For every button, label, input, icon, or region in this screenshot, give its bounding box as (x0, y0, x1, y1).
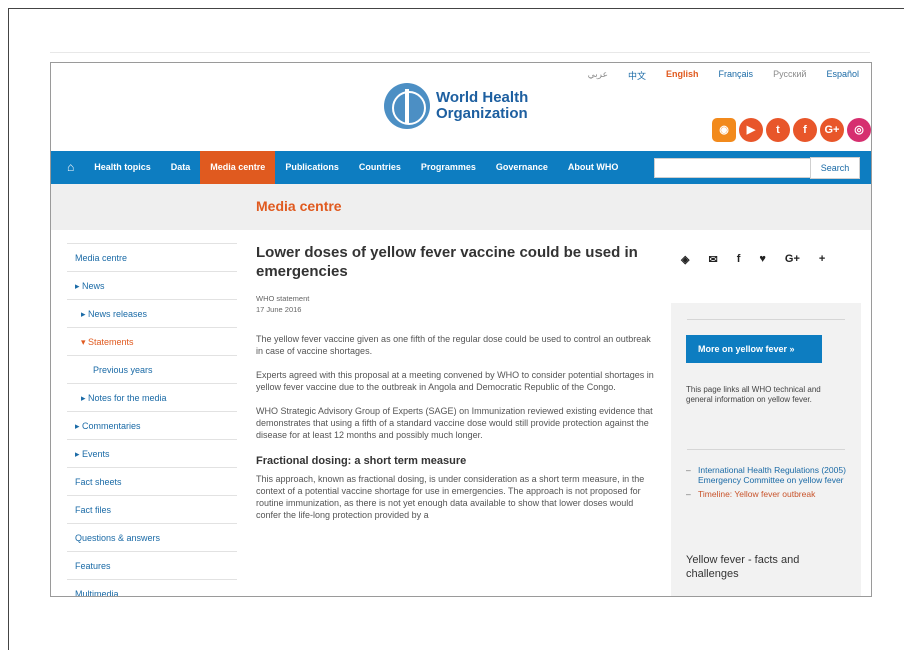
lang-chinese[interactable]: 中文 (628, 69, 646, 82)
nav-programmes[interactable]: Programmes (411, 151, 486, 184)
rss-icon[interactable]: ◉ (712, 118, 736, 142)
related-links: International Health Regulations (2005) … (686, 465, 846, 503)
related-link[interactable]: International Health Regulations (2005) … (686, 465, 846, 485)
home-icon[interactable]: ⌂ (51, 151, 84, 184)
nav-media-centre[interactable]: Media centre (200, 151, 276, 184)
sidebar-item-notes-for-media[interactable]: ▸ Notes for the media (67, 383, 237, 411)
article-paragraph: Experts agreed with this proposal at a m… (256, 370, 654, 392)
sidebar-item-statements[interactable]: ▾ Statements (67, 327, 237, 355)
article-paragraph: The yellow fever vaccine given as one fi… (256, 334, 651, 356)
lang-english[interactable]: English (666, 69, 699, 82)
article-paragraph: WHO Strategic Advisory Group of Experts … (256, 406, 653, 440)
divider (687, 449, 845, 450)
related-link[interactable]: Timeline: Yellow fever outbreak (686, 489, 846, 499)
logo-line2: Organization (436, 105, 528, 122)
sidebar-item-news[interactable]: ▸ News (67, 271, 237, 299)
search-button[interactable]: Search (810, 157, 860, 179)
google-plus-icon[interactable]: G+ (785, 253, 800, 266)
search-input[interactable] (654, 158, 814, 178)
sidebar-item-previous-years[interactable]: Previous years (67, 355, 237, 383)
sidebar-item-fact-files[interactable]: Fact files (67, 495, 237, 523)
feedback-icon[interactable]: ◈ (681, 253, 689, 266)
article-type: WHO statement (256, 294, 310, 303)
section-title: Media centre (256, 198, 342, 214)
more-on-yellow-fever-button[interactable]: More on yellow fever » (686, 335, 822, 363)
sidebar-item-media-centre[interactable]: Media centre (67, 243, 237, 271)
email-icon[interactable]: ✉ (708, 253, 717, 266)
nav-about-who[interactable]: About WHO (558, 151, 628, 184)
article-subheading: Fractional dosing: a short term measure (256, 455, 467, 467)
social-links: ◉ ▶ t f G+ ◎ (712, 118, 871, 142)
youtube-icon[interactable]: ▶ (739, 118, 763, 142)
nav-health-topics[interactable]: Health topics (84, 151, 161, 184)
panel-subtitle[interactable]: Yellow fever - facts and challenges (686, 553, 836, 581)
who-logo[interactable]: World Health Organization (384, 83, 528, 129)
lang-russian[interactable]: Русский (773, 69, 806, 82)
article-paragraph: This approach, known as fractional dosin… (256, 474, 645, 520)
sidebar-item-fact-sheets[interactable]: Fact sheets (67, 467, 237, 495)
article-meta: WHO statement 17 June 2016 (256, 293, 656, 315)
article-title: Lower doses of yellow fever vaccine coul… (256, 244, 638, 280)
article-date: 17 June 2016 (256, 305, 302, 314)
language-selector: عربي 中文 English Français Русский Español (588, 69, 859, 82)
sidebar-item-events[interactable]: ▸ Events (67, 439, 237, 467)
plus-icon[interactable]: + (819, 253, 825, 266)
sidebar-nav: Media centre ▸ News ▸ News releases ▾ St… (67, 243, 237, 596)
nav-data[interactable]: Data (161, 151, 201, 184)
twitter-icon[interactable]: ♥ (759, 253, 766, 266)
nav-governance[interactable]: Governance (486, 151, 558, 184)
article: Lower doses of yellow fever vaccine coul… (256, 243, 656, 521)
sidebar-item-questions-answers[interactable]: Questions & answers (67, 523, 237, 551)
facebook-icon[interactable]: f (737, 253, 741, 266)
lang-arabic[interactable]: عربي (588, 69, 608, 82)
nav-publications[interactable]: Publications (275, 151, 349, 184)
sidebar-item-features[interactable]: Features (67, 551, 237, 579)
divider (687, 319, 845, 320)
main-nav: ⌂ Health topics Data Media centre Public… (51, 151, 871, 184)
divider (50, 52, 870, 53)
instagram-icon[interactable]: ◎ (847, 118, 871, 142)
related-panel: More on yellow fever » This page links a… (671, 303, 861, 596)
sidebar-item-multimedia[interactable]: Multimedia (67, 579, 237, 596)
section-header: Media centre (51, 184, 871, 230)
lang-french[interactable]: Français (719, 69, 754, 82)
google-plus-icon[interactable]: G+ (820, 118, 844, 142)
logo-line1: World Health (436, 89, 529, 106)
sidebar-item-commentaries[interactable]: ▸ Commentaries (67, 411, 237, 439)
logo-text: World Health Organization (436, 90, 528, 122)
panel-description: This page links all WHO technical and ge… (686, 385, 821, 404)
twitter-icon[interactable]: t (766, 118, 790, 142)
facebook-icon[interactable]: f (793, 118, 817, 142)
site-header: عربي 中文 English Français Русский Español… (51, 63, 871, 151)
who-page: عربي 中文 English Français Русский Español… (50, 62, 872, 597)
sidebar-item-news-releases[interactable]: ▸ News releases (67, 299, 237, 327)
nav-countries[interactable]: Countries (349, 151, 411, 184)
who-emblem-icon (384, 83, 430, 129)
share-bar: ◈ ✉ f ♥ G+ + (681, 253, 825, 266)
lang-spanish[interactable]: Español (826, 69, 859, 82)
